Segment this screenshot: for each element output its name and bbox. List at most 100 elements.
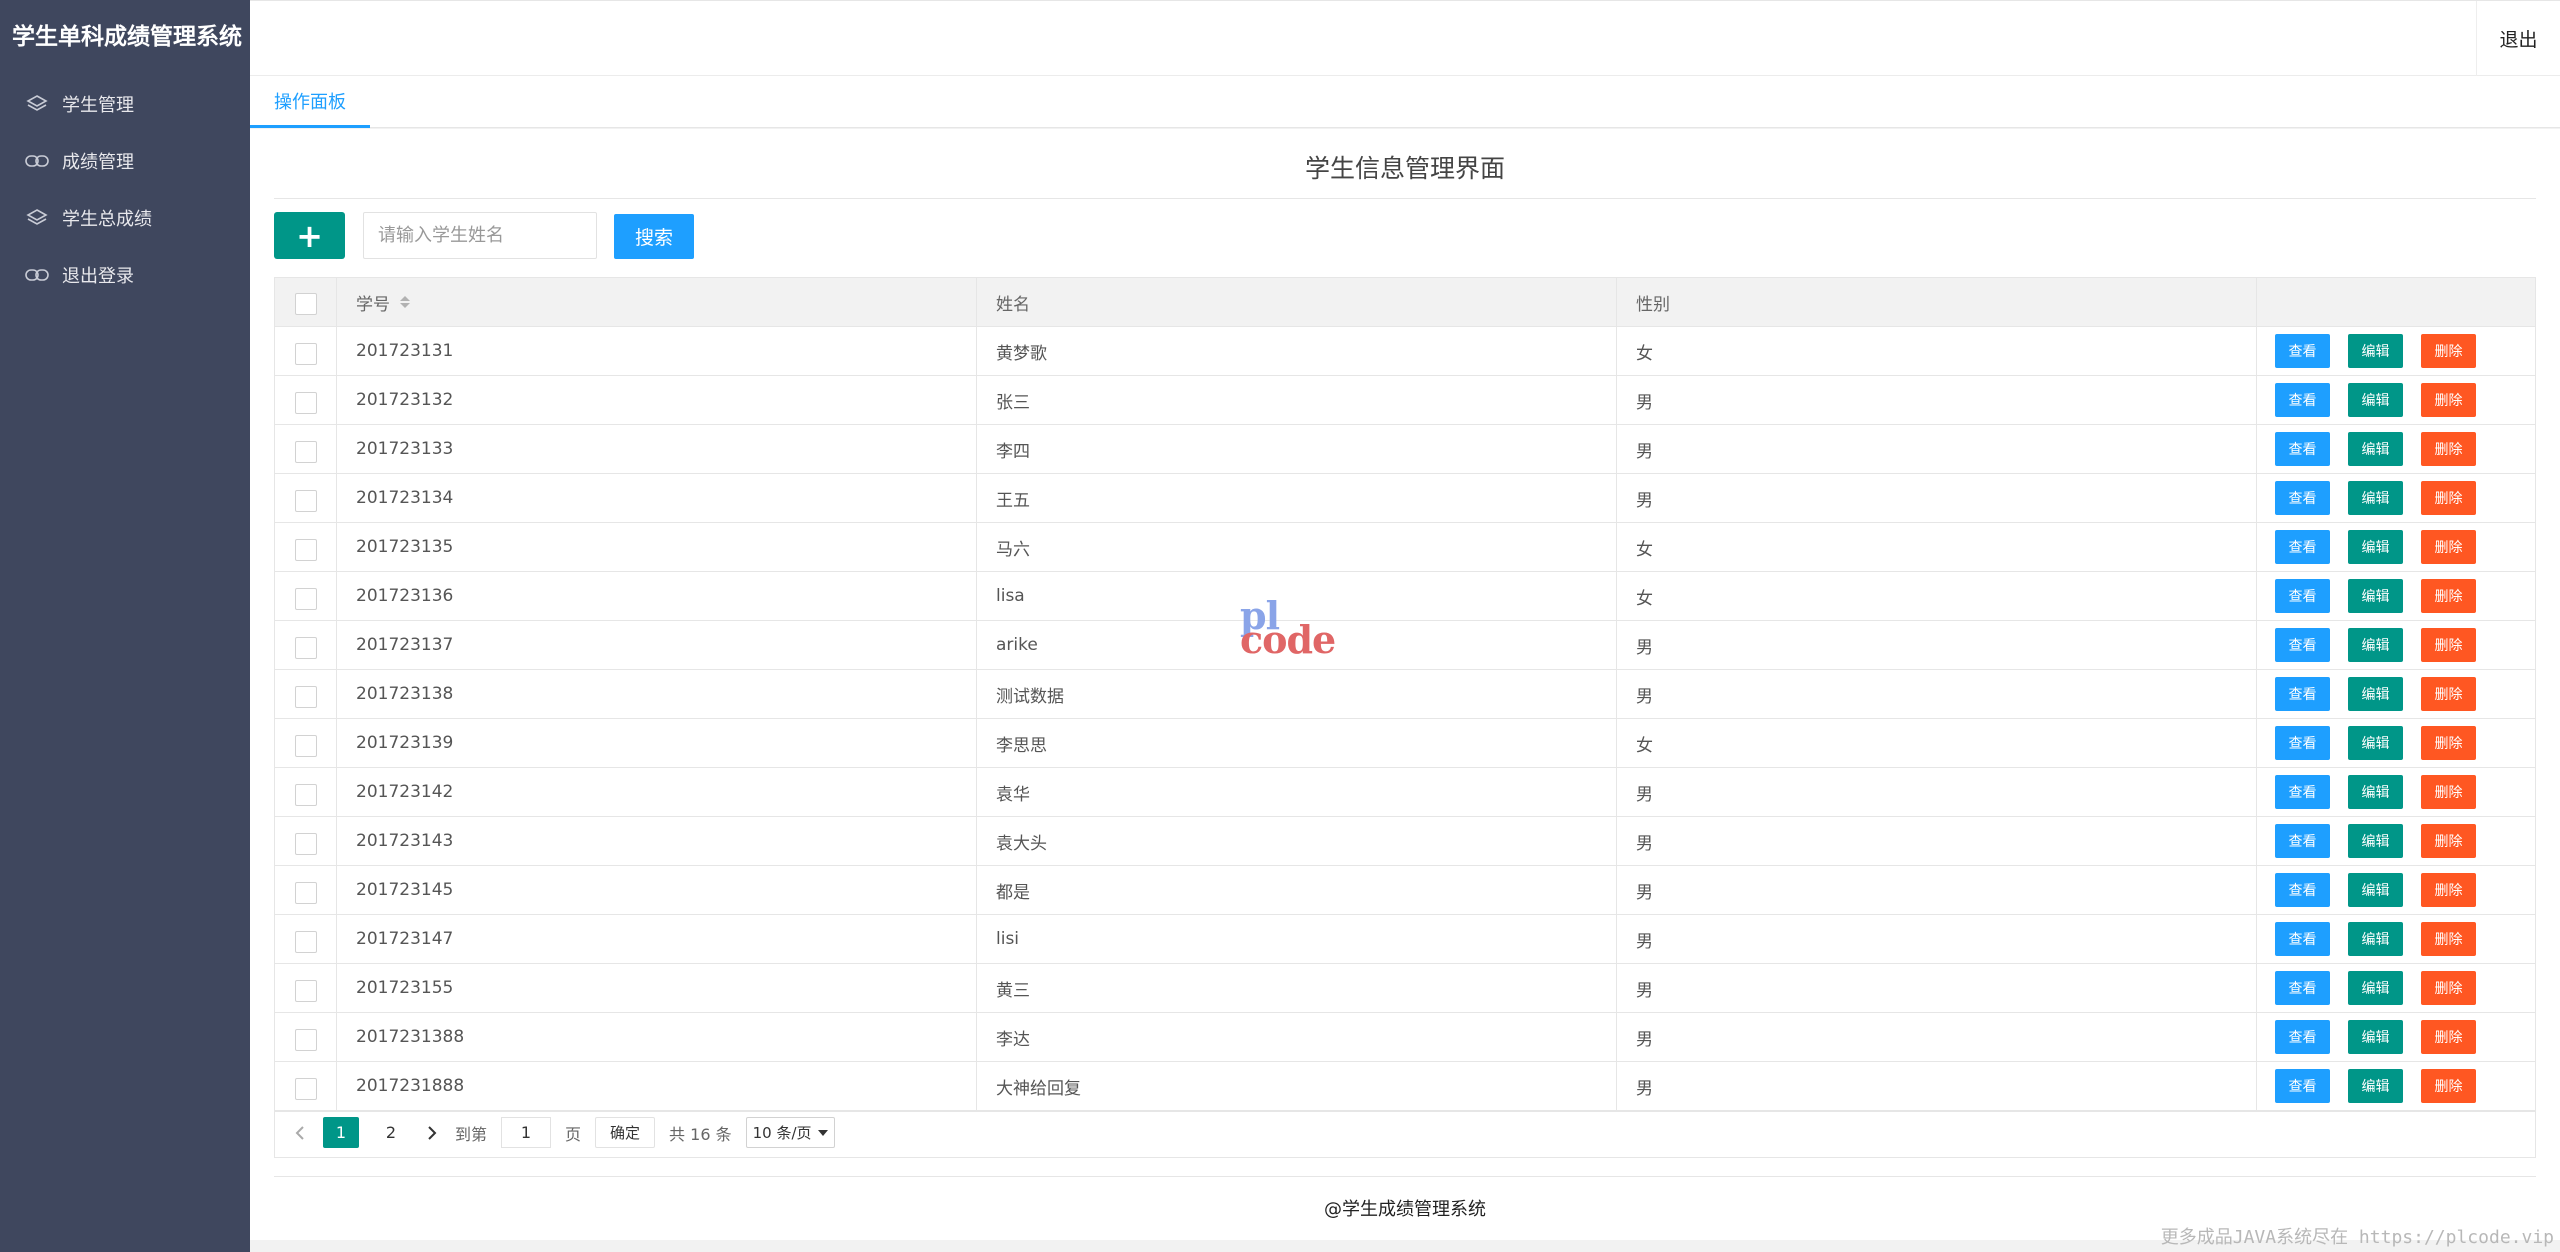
- row-checkbox[interactable]: [294, 931, 317, 953]
- edit-button[interactable]: 编辑: [2348, 481, 2403, 515]
- edit-button[interactable]: 编辑: [2348, 530, 2403, 564]
- edit-button[interactable]: 编辑: [2348, 677, 2403, 711]
- row-checkbox[interactable]: [294, 980, 317, 1002]
- search-button[interactable]: 搜索: [614, 214, 694, 259]
- view-button[interactable]: 查看: [2275, 873, 2330, 907]
- edit-button[interactable]: 编辑: [2348, 628, 2403, 662]
- view-button[interactable]: 查看: [2275, 628, 2330, 662]
- cell-gender: 男: [1617, 621, 2257, 669]
- view-button[interactable]: 查看: [2275, 971, 2330, 1005]
- row-checkbox[interactable]: [294, 539, 317, 561]
- row-checkbox[interactable]: [294, 343, 317, 365]
- delete-button[interactable]: 删除: [2421, 628, 2476, 662]
- search-input[interactable]: [363, 212, 597, 259]
- view-button[interactable]: 查看: [2275, 1069, 2330, 1103]
- delete-button[interactable]: 删除: [2421, 530, 2476, 564]
- prev-page-icon[interactable]: [291, 1125, 309, 1141]
- delete-button[interactable]: 删除: [2421, 824, 2476, 858]
- view-button[interactable]: 查看: [2275, 432, 2330, 466]
- cell-actions: 查看 编辑 删除: [2257, 474, 2535, 522]
- table-row: 201723131 黄梦歌女查看 编辑 删除: [275, 327, 2535, 376]
- page-number-current[interactable]: 1: [323, 1117, 359, 1148]
- sidebar-item-logout[interactable]: 退出登录: [0, 246, 250, 303]
- delete-button[interactable]: 删除: [2421, 726, 2476, 760]
- sidebar-item-label: 学生管理: [62, 94, 134, 116]
- delete-button[interactable]: 删除: [2421, 579, 2476, 613]
- view-button[interactable]: 查看: [2275, 824, 2330, 858]
- cell-actions: 查看 编辑 删除: [2257, 1013, 2535, 1061]
- sort-icon[interactable]: [400, 296, 410, 308]
- cell-name: 李达: [977, 1013, 1617, 1061]
- goto-page-input[interactable]: [501, 1117, 552, 1148]
- edit-button[interactable]: 编辑: [2348, 383, 2403, 417]
- row-checkbox[interactable]: [294, 784, 317, 806]
- cell-gender: 男: [1617, 866, 2257, 914]
- delete-button[interactable]: 删除: [2421, 775, 2476, 809]
- view-button[interactable]: 查看: [2275, 922, 2330, 956]
- delete-button[interactable]: 删除: [2421, 1020, 2476, 1054]
- edit-button[interactable]: 编辑: [2348, 579, 2403, 613]
- view-button[interactable]: 查看: [2275, 334, 2330, 368]
- edit-button[interactable]: 编辑: [2348, 824, 2403, 858]
- delete-button[interactable]: 删除: [2421, 873, 2476, 907]
- edit-button[interactable]: 编辑: [2348, 971, 2403, 1005]
- cell-id: 201723142: [337, 768, 977, 816]
- row-checkbox[interactable]: [294, 392, 317, 414]
- select-all-checkbox[interactable]: [294, 293, 317, 315]
- cell-id: 201723133: [337, 425, 977, 473]
- logout-button[interactable]: 退出: [2476, 1, 2560, 76]
- row-checkbox[interactable]: [294, 637, 317, 659]
- sidebar-item-score-management[interactable]: 成绩管理: [0, 132, 250, 189]
- view-button[interactable]: 查看: [2275, 775, 2330, 809]
- row-checkbox[interactable]: [294, 588, 317, 610]
- delete-button[interactable]: 删除: [2421, 334, 2476, 368]
- row-checkbox[interactable]: [294, 441, 317, 463]
- tab-bar: 操作面板: [250, 76, 2560, 128]
- add-button[interactable]: +: [274, 212, 345, 259]
- delete-button[interactable]: 删除: [2421, 383, 2476, 417]
- edit-button[interactable]: 编辑: [2348, 334, 2403, 368]
- column-header-id[interactable]: 学号: [337, 278, 977, 326]
- pagination: 1 2 到第 页 确定 共 16 条 10 条/页: [274, 1108, 2536, 1158]
- edit-button[interactable]: 编辑: [2348, 1069, 2403, 1103]
- cell-actions: 查看 编辑 删除: [2257, 817, 2535, 865]
- view-button[interactable]: 查看: [2275, 1020, 2330, 1054]
- row-check-cell: [275, 866, 337, 914]
- sidebar-item-total-score[interactable]: 学生总成绩: [0, 189, 250, 246]
- delete-button[interactable]: 删除: [2421, 922, 2476, 956]
- delete-button[interactable]: 删除: [2421, 432, 2476, 466]
- row-checkbox[interactable]: [294, 735, 317, 757]
- row-checkbox[interactable]: [294, 833, 317, 855]
- edit-button[interactable]: 编辑: [2348, 1020, 2403, 1054]
- edit-button[interactable]: 编辑: [2348, 726, 2403, 760]
- table-body: 201723131 黄梦歌女查看 编辑 删除 201723132 张三男查看 编辑 删除 201…: [275, 327, 2535, 1111]
- view-button[interactable]: 查看: [2275, 530, 2330, 564]
- next-page-icon[interactable]: [423, 1125, 441, 1141]
- edit-button[interactable]: 编辑: [2348, 432, 2403, 466]
- view-button[interactable]: 查看: [2275, 481, 2330, 515]
- page-number[interactable]: 2: [373, 1117, 409, 1148]
- cell-name: 测试数据: [977, 670, 1617, 718]
- delete-button[interactable]: 删除: [2421, 1069, 2476, 1103]
- row-checkbox[interactable]: [294, 1078, 317, 1100]
- page-size-select[interactable]: 10 条/页: [745, 1117, 835, 1148]
- view-button[interactable]: 查看: [2275, 383, 2330, 417]
- goto-confirm-button[interactable]: 确定: [595, 1117, 656, 1148]
- cell-id: 2017231888: [337, 1062, 977, 1110]
- row-checkbox[interactable]: [294, 686, 317, 708]
- edit-button[interactable]: 编辑: [2348, 775, 2403, 809]
- sidebar-item-student-management[interactable]: 学生管理: [0, 75, 250, 132]
- delete-button[interactable]: 删除: [2421, 677, 2476, 711]
- edit-button[interactable]: 编辑: [2348, 873, 2403, 907]
- edit-button[interactable]: 编辑: [2348, 922, 2403, 956]
- view-button[interactable]: 查看: [2275, 579, 2330, 613]
- view-button[interactable]: 查看: [2275, 726, 2330, 760]
- tab-operation-panel[interactable]: 操作面板: [250, 76, 370, 128]
- row-checkbox[interactable]: [294, 490, 317, 512]
- row-checkbox[interactable]: [294, 882, 317, 904]
- cell-id: 201723137: [337, 621, 977, 669]
- view-button[interactable]: 查看: [2275, 677, 2330, 711]
- row-checkbox[interactable]: [294, 1029, 317, 1051]
- delete-button[interactable]: 删除: [2421, 971, 2476, 1005]
- delete-button[interactable]: 删除: [2421, 481, 2476, 515]
